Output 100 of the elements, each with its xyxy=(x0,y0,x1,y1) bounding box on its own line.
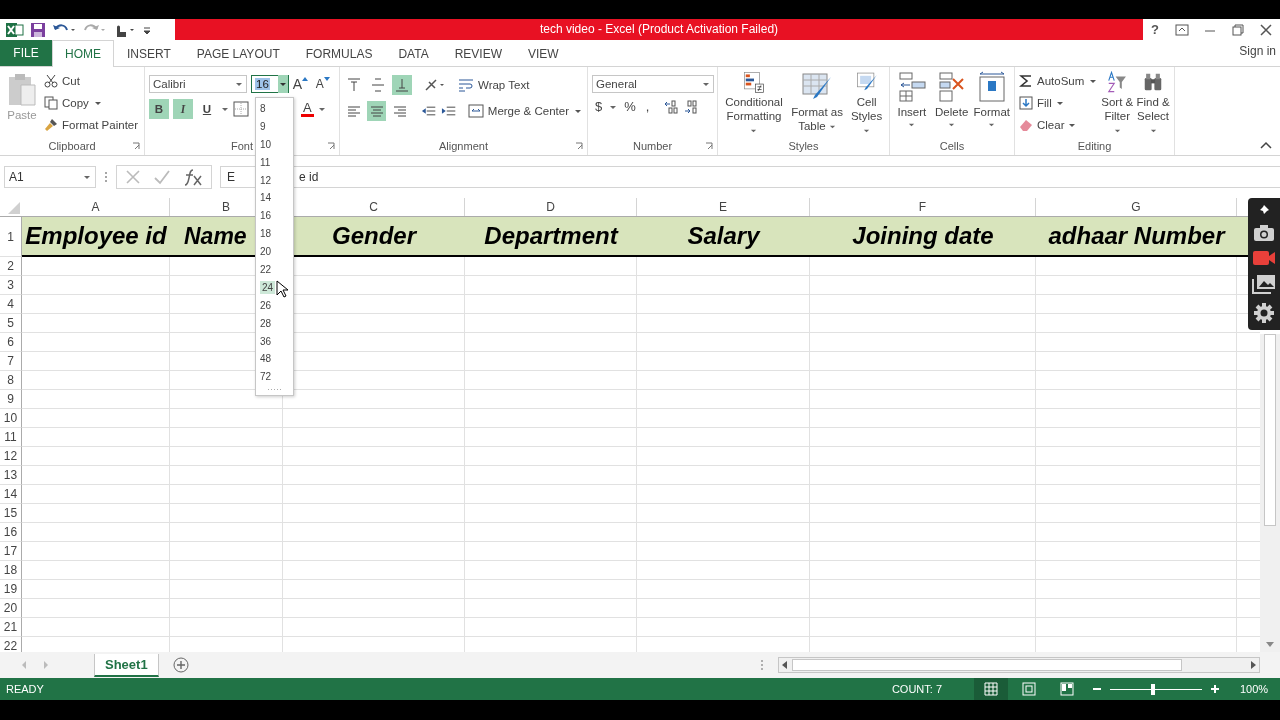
cut-button[interactable]: Cut xyxy=(44,71,139,90)
table-cell: adhaar Number xyxy=(1048,222,1225,250)
font-size-option[interactable]: 48 xyxy=(260,353,272,365)
table-cell: Name xyxy=(184,222,247,250)
font-size-option[interactable]: 8 xyxy=(260,103,266,114)
table-cell: Employee id xyxy=(25,222,167,250)
column-header[interactable]: E xyxy=(719,200,727,214)
number-format-dropdown[interactable]: General xyxy=(592,75,714,93)
merge-center-button[interactable]: Merge & Center xyxy=(467,101,583,121)
row-header[interactable]: 20 xyxy=(0,599,22,618)
group-label: Font xyxy=(231,140,253,152)
row-header[interactable]: 14 xyxy=(0,485,22,504)
font-size-option[interactable]: 72 xyxy=(260,371,272,383)
ribbon-tab[interactable]: VIEW xyxy=(515,40,572,67)
row-header[interactable]: 5 xyxy=(0,314,22,333)
wrap-text-button[interactable]: Wrap Text xyxy=(458,75,530,95)
row-header[interactable]: 19 xyxy=(0,580,22,599)
name-box[interactable]: A1 xyxy=(4,166,96,188)
insert-cells-button[interactable]: Insert xyxy=(894,71,930,137)
table-cell: Department xyxy=(484,222,618,250)
zoom-level[interactable]: 100% xyxy=(1240,683,1274,695)
row-header[interactable]: 13 xyxy=(0,466,22,485)
help-button[interactable]: ? xyxy=(1150,22,1159,37)
group-label: Styles xyxy=(788,140,819,152)
row-header[interactable]: 6 xyxy=(0,333,22,352)
font-size-option[interactable]: 12 xyxy=(260,174,272,186)
delete-cells-button[interactable]: Delete xyxy=(933,71,970,137)
font-size-option[interactable]: 9 xyxy=(260,120,266,132)
row-header[interactable]: 3 xyxy=(0,276,22,295)
group-label: Alignment xyxy=(439,140,488,152)
ribbon-tab[interactable]: REVIEW xyxy=(441,40,515,67)
font-size-option[interactable]: 16 xyxy=(260,210,272,222)
row-header[interactable]: 11 xyxy=(0,428,22,447)
format-as-table-button[interactable]: Format as Table xyxy=(789,71,845,137)
ribbon-tab[interactable]: DATA xyxy=(385,40,442,67)
group-label: Clipboard xyxy=(48,140,96,152)
bold-button[interactable]: B xyxy=(149,99,169,119)
font-size-option[interactable]: 20 xyxy=(260,246,272,258)
column-header[interactable]: G xyxy=(1131,200,1141,214)
row-header[interactable]: 10 xyxy=(0,409,22,428)
font-size-option[interactable]: 28 xyxy=(260,317,272,329)
column-header[interactable]: A xyxy=(91,200,100,214)
row-header[interactable]: 9 xyxy=(0,390,22,409)
row-header[interactable]: 12 xyxy=(0,447,22,466)
status-mode: READY xyxy=(6,683,44,695)
ribbon-tab[interactable]: INSERT xyxy=(114,40,184,67)
table-cell: Salary xyxy=(687,222,760,250)
row-header[interactable]: 2 xyxy=(0,257,22,276)
group-label: Number xyxy=(632,140,673,152)
conditional-formatting-button[interactable]: Conditional Formatting xyxy=(722,71,786,137)
italic-button[interactable]: I xyxy=(173,99,193,119)
sign-in-link[interactable]: Sign in xyxy=(1239,44,1280,58)
font-size-dropdown[interactable]: 16 xyxy=(251,75,289,93)
format-cells-button[interactable]: Format xyxy=(973,71,1010,137)
ribbon-tab[interactable]: PAGE LAYOUT xyxy=(183,40,293,67)
row-header[interactable]: 15 xyxy=(0,504,22,523)
find-select-button[interactable]: Find & Select xyxy=(1136,71,1170,137)
row-header[interactable]: 21 xyxy=(0,618,22,637)
font-size-option[interactable]: 10 xyxy=(260,138,272,150)
autosum-button[interactable]: AutoSum xyxy=(1019,71,1099,90)
row-header[interactable]: 18 xyxy=(0,561,22,580)
sheet-tab[interactable]: Sheet1 xyxy=(94,653,159,677)
window-title: tech video - Excel (Product Activation Failed) xyxy=(175,19,1143,40)
grow-font-button[interactable]: A xyxy=(292,76,312,92)
table-cell: Gender xyxy=(332,222,416,250)
font-size-option[interactable]: 14 xyxy=(260,192,272,204)
percent-button[interactable]: % xyxy=(621,99,639,114)
column-header[interactable]: F xyxy=(918,200,927,214)
comma-button[interactable]: , xyxy=(642,99,653,114)
format-painter-button[interactable]: Format Painter xyxy=(44,115,139,134)
font-size-option[interactable]: 18 xyxy=(260,228,272,240)
font-name-dropdown[interactable]: Calibri xyxy=(149,75,248,93)
copy-button[interactable]: Copy xyxy=(44,93,139,112)
row-header[interactable]: 4 xyxy=(0,295,22,314)
group-label: Cells xyxy=(939,140,965,152)
file-tab[interactable]: FILE xyxy=(0,40,52,66)
font-size-option[interactable]: 36 xyxy=(260,335,272,347)
shrink-font-button[interactable]: A xyxy=(315,77,335,91)
group-label: Editing xyxy=(1077,140,1112,152)
count-readout: COUNT: 7 xyxy=(891,683,942,695)
font-size-option[interactable]: 26 xyxy=(260,299,272,311)
cell-styles-button[interactable]: Cell Styles xyxy=(848,71,885,137)
ribbon-tab[interactable]: FORMULAS xyxy=(292,40,386,67)
column-header[interactable]: C xyxy=(369,200,378,214)
column-header[interactable]: B xyxy=(222,200,230,214)
column-header[interactable]: D xyxy=(546,200,555,214)
currency-button[interactable]: $ xyxy=(592,99,606,114)
font-size-option[interactable]: 22 xyxy=(260,264,272,275)
row-header[interactable]: 7 xyxy=(0,352,22,371)
font-size-option[interactable]: 11 xyxy=(260,156,271,168)
font-size-option[interactable]: 24 xyxy=(260,280,276,294)
row-header[interactable]: 16 xyxy=(0,523,22,542)
fill-button[interactable]: Fill xyxy=(1019,93,1099,112)
row-header[interactable]: 17 xyxy=(0,542,22,561)
clear-button[interactable]: Clear xyxy=(1019,115,1099,134)
underline-button[interactable]: U xyxy=(197,99,217,119)
row-header[interactable]: 8 xyxy=(0,371,22,390)
font-color-button[interactable]: A xyxy=(301,101,314,117)
ribbon-tab[interactable]: HOME xyxy=(52,40,114,67)
sort-filter-button[interactable]: Sort & Filter xyxy=(1100,71,1135,137)
